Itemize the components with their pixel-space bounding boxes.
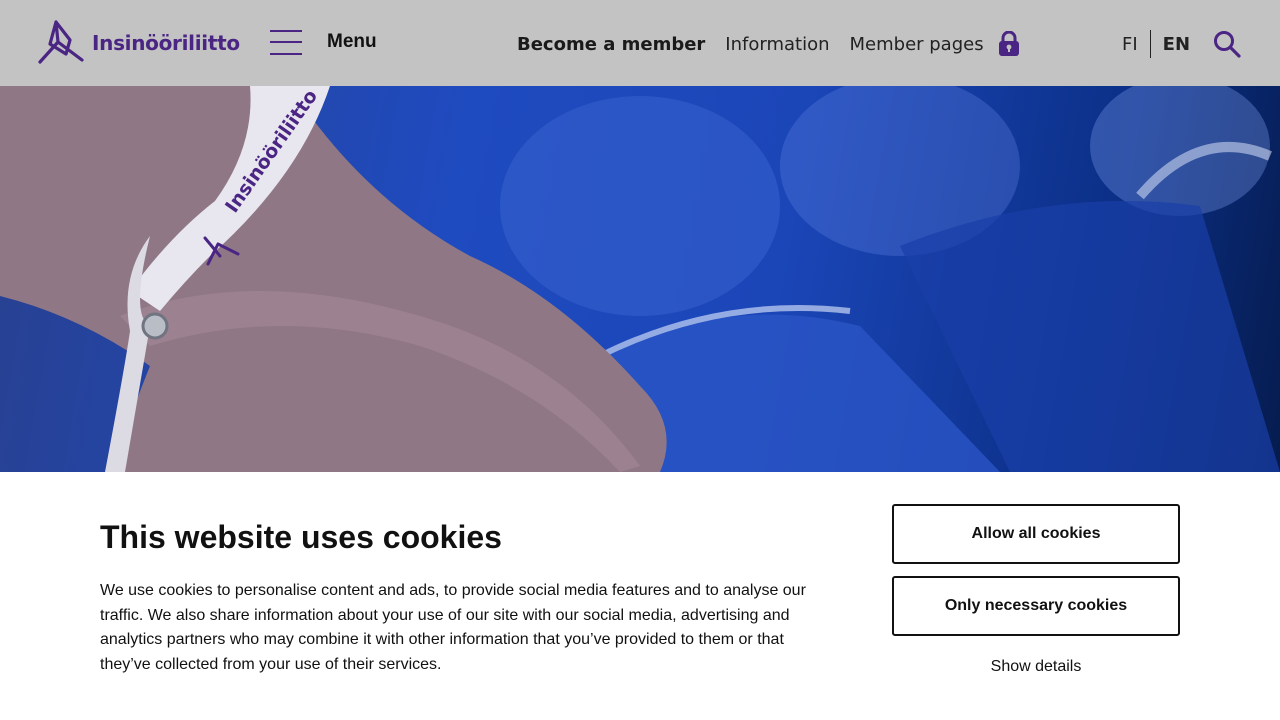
cookie-banner: This website uses cookies We use cookies… bbox=[0, 472, 1280, 720]
show-details-link[interactable]: Show details bbox=[892, 658, 1180, 676]
lang-en[interactable]: EN bbox=[1163, 34, 1190, 55]
menu-button[interactable]: Menu bbox=[270, 28, 377, 56]
hero-image: Insinööriliitto bbox=[0, 86, 1280, 472]
nav-become-member[interactable]: Become a member bbox=[517, 34, 705, 55]
lang-divider bbox=[1149, 30, 1151, 58]
search-icon[interactable] bbox=[1213, 30, 1241, 58]
logo-text: Insinööriliitto bbox=[92, 31, 240, 55]
allow-all-cookies-button[interactable]: Allow all cookies bbox=[892, 504, 1180, 564]
language-switcher: FI EN bbox=[1122, 30, 1190, 58]
nav-information[interactable]: Information bbox=[725, 34, 829, 55]
menu-label: Menu bbox=[327, 31, 377, 52]
lock-icon[interactable] bbox=[998, 31, 1020, 57]
hero-illustration: Insinööriliitto bbox=[0, 86, 1280, 472]
cookie-description: We use cookies to personalise content an… bbox=[100, 582, 806, 674]
logo-icon bbox=[38, 20, 84, 64]
only-necessary-cookies-button[interactable]: Only necessary cookies bbox=[892, 576, 1180, 636]
main-nav: Become a member Information Member pages bbox=[517, 30, 1020, 58]
hamburger-icon bbox=[270, 28, 302, 56]
lang-fi[interactable]: FI bbox=[1122, 34, 1138, 55]
logo[interactable]: Insinööriliitto bbox=[36, 20, 240, 66]
cookie-title: This website uses cookies bbox=[100, 519, 502, 555]
site-header: Insinööriliitto Menu Become a member Inf… bbox=[0, 0, 1280, 86]
nav-member-pages[interactable]: Member pages bbox=[850, 34, 984, 55]
